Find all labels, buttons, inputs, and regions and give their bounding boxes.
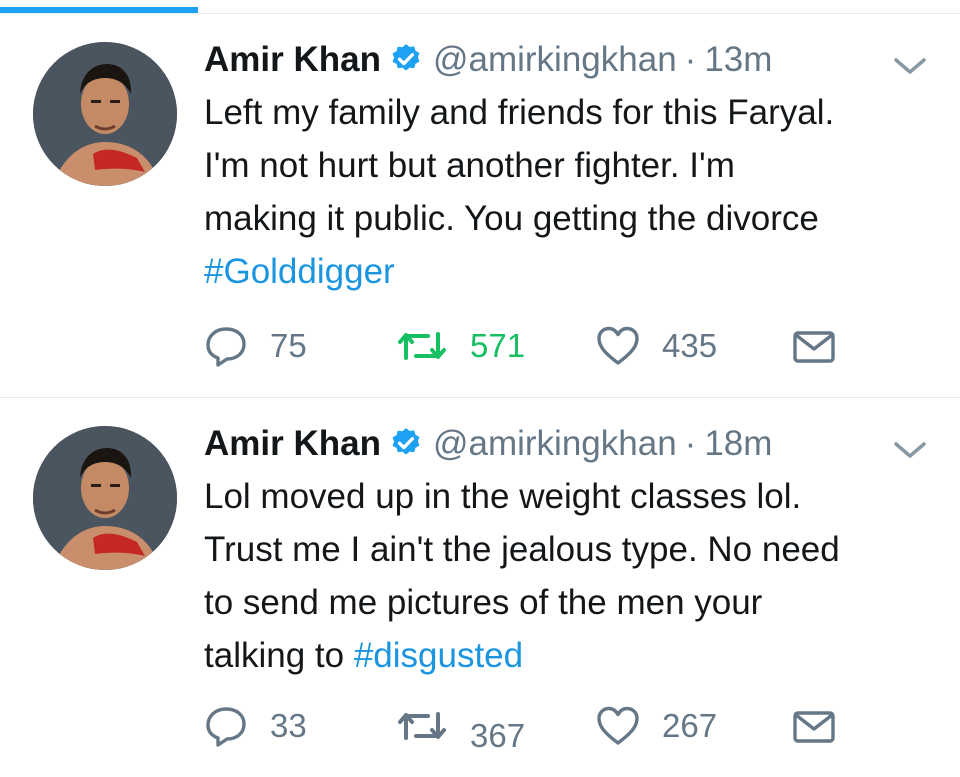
avatar-image xyxy=(33,426,177,570)
reply-button[interactable]: 33 xyxy=(204,704,307,748)
direct-message-button[interactable] xyxy=(792,704,836,748)
caret-down-icon[interactable] xyxy=(890,54,930,78)
avatar[interactable] xyxy=(33,42,177,186)
like-button[interactable]: 435 xyxy=(596,324,717,368)
caret-down-icon[interactable] xyxy=(890,438,930,462)
reply-button[interactable]: 75 xyxy=(204,324,307,368)
like-count: 267 xyxy=(662,707,718,744)
tweet-text: Lol moved up in the weight classes lol. … xyxy=(204,470,944,682)
tweet[interactable]: Amir Khan @amirkingkhan · 18m Lol moved up … xyxy=(0,398,960,777)
verified-badge-icon xyxy=(389,42,423,76)
tweet[interactable]: Amir Khan @amirkingkhan · 13m Left my famil… xyxy=(0,14,960,397)
author-name[interactable]: Amir Khan xyxy=(204,40,381,79)
like-icon xyxy=(597,706,639,745)
timestamp[interactable]: 13m xyxy=(704,40,772,79)
tweet-header: Amir Khan @amirkingkhan · 18m xyxy=(204,424,772,464)
tweet-header: Amir Khan @amirkingkhan · 13m xyxy=(204,40,772,80)
avatar-image xyxy=(33,42,177,186)
author-name[interactable]: Amir Khan xyxy=(204,424,381,463)
verified-badge-icon xyxy=(389,426,423,460)
direct-message-icon xyxy=(793,331,835,363)
direct-message-icon xyxy=(793,711,835,743)
author-handle[interactable]: @amirkingkhan xyxy=(433,40,677,79)
reply-count: 75 xyxy=(270,327,307,364)
like-count: 435 xyxy=(662,327,718,364)
retweet-button[interactable]: 571 xyxy=(396,324,525,368)
retweet-button[interactable]: 367 xyxy=(396,704,525,754)
tweet-actions: 33 367 267 xyxy=(0,704,960,754)
like-button[interactable]: 267 xyxy=(596,704,717,748)
timestamp[interactable]: 18m xyxy=(704,424,772,463)
avatar[interactable] xyxy=(33,426,177,570)
tweet-body: Left my family and friends for this Fary… xyxy=(204,93,835,238)
retweet-icon xyxy=(398,332,446,360)
retweet-count: 571 xyxy=(470,327,526,364)
hashtag-link[interactable]: #Golddigger xyxy=(204,252,395,291)
author-handle[interactable]: @amirkingkhan xyxy=(433,424,677,463)
reply-count: 33 xyxy=(270,707,307,744)
separator: · xyxy=(684,40,697,79)
separator: · xyxy=(684,424,697,463)
retweet-icon xyxy=(398,712,446,740)
like-icon xyxy=(597,326,639,365)
hashtag-link[interactable]: #disgusted xyxy=(354,636,523,675)
retweet-count: 367 xyxy=(470,717,526,754)
tweet-actions: 75 571 435 xyxy=(0,324,960,368)
tweet-text: Left my family and friends for this Fary… xyxy=(204,86,944,298)
reply-icon xyxy=(206,707,246,747)
direct-message-button[interactable] xyxy=(792,324,836,368)
reply-icon xyxy=(206,327,246,367)
